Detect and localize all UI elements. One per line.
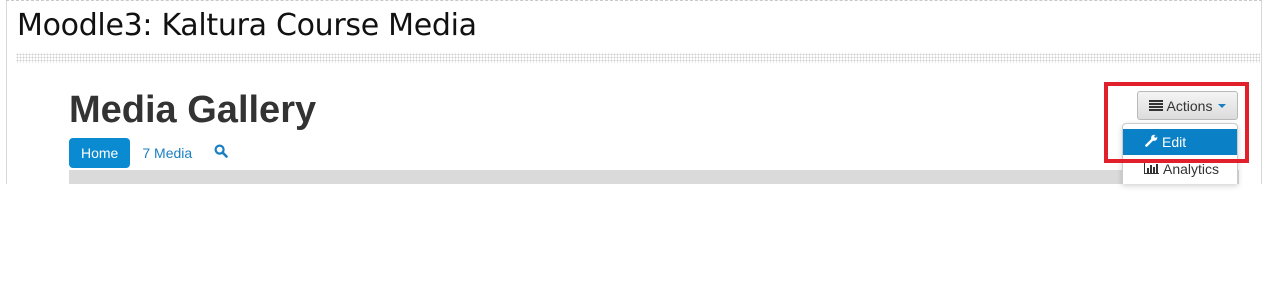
chevron-down-icon	[1218, 103, 1227, 108]
actions-label: Actions	[1166, 97, 1213, 114]
menu-item-label: Edit	[1162, 134, 1187, 150]
menu-item-analytics[interactable]: Analytics	[1123, 157, 1237, 181]
bar-chart-icon	[1144, 161, 1159, 177]
tab-media[interactable]: 7 Media	[130, 138, 204, 168]
media-list-header	[69, 170, 1239, 184]
page-title: Media Gallery	[69, 89, 317, 131]
gallery-nav: Home 7 Media	[69, 138, 238, 168]
search-icon	[214, 143, 228, 163]
actions-menu: Edit Analytics	[1122, 123, 1238, 184]
list-icon	[1148, 98, 1163, 114]
menu-item-edit[interactable]: Edit	[1123, 129, 1237, 155]
header-divider	[16, 53, 1260, 63]
tab-home[interactable]: Home	[69, 138, 131, 168]
menu-item-label: Analytics	[1163, 161, 1220, 177]
actions-button[interactable]: Actions	[1137, 91, 1238, 120]
wrench-icon	[1145, 134, 1158, 150]
search-button[interactable]	[204, 138, 238, 168]
course-title: Moodle3: Kaltura Course Media	[17, 8, 477, 43]
